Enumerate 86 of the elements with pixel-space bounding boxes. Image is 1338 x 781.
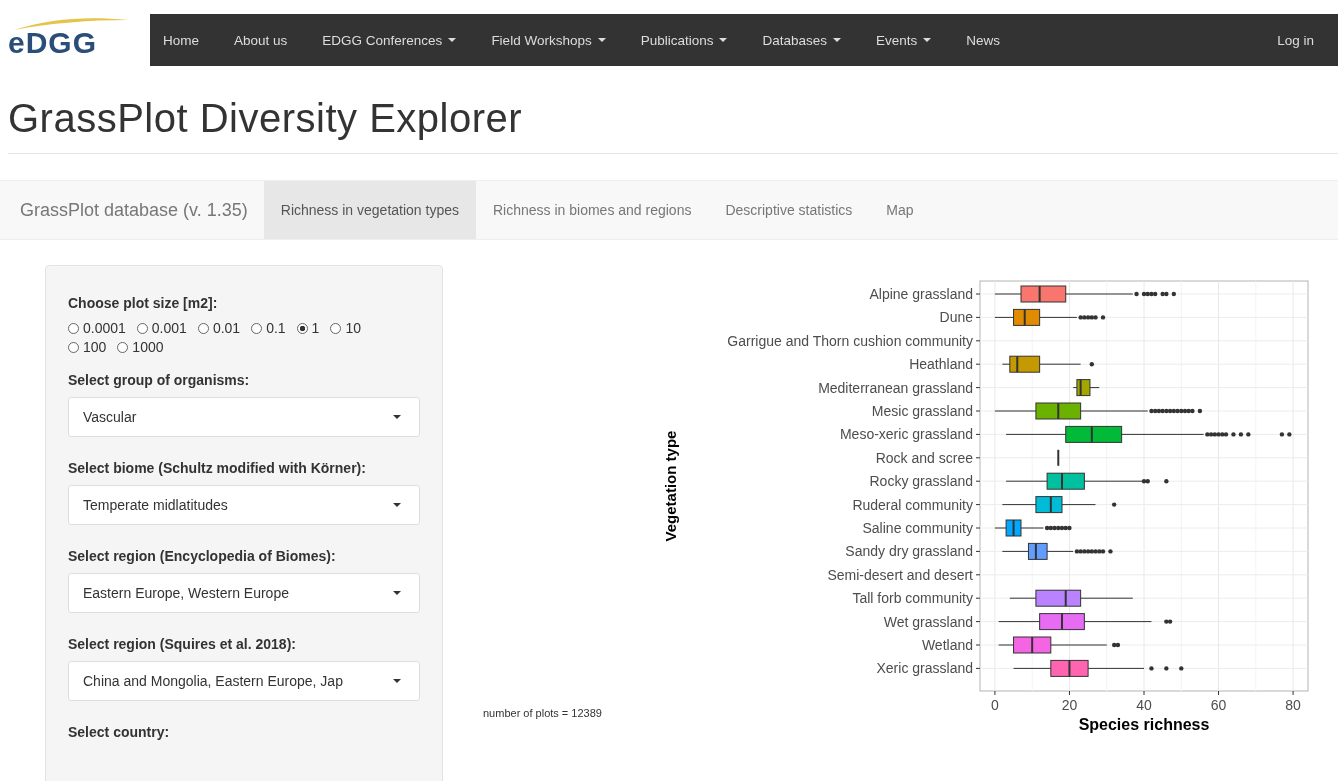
tick-label: 20 [1061, 697, 1078, 713]
outlier-point [1238, 432, 1244, 437]
dropdown-field[interactable]: Temperate midlatitudes [68, 485, 420, 525]
caret-icon [597, 38, 606, 42]
plot-count: number of plots = 12389 [483, 707, 602, 719]
nav-link[interactable]: Field Workshops [491, 32, 606, 48]
outlier-point [1089, 362, 1094, 367]
field-label: Choose plot size [m2]: [68, 294, 219, 313]
page-title: GrassPlot Diversity Explorer [8, 96, 1338, 154]
outlier-point [1100, 315, 1106, 320]
tick-label: 60 [1210, 697, 1227, 713]
nav-link[interactable]: Databases [762, 32, 841, 48]
axis-label: Semi-desert and desert [827, 566, 973, 583]
caret-icon [833, 38, 841, 42]
outlier-point [1134, 291, 1139, 297]
box-plot [1057, 448, 1060, 467]
radio-option[interactable]: 0.01 [197, 320, 241, 336]
caret-icon [448, 38, 457, 42]
tab[interactable]: Map [869, 181, 931, 239]
field-label: Select region (Encyclopedia of Biomes): [68, 547, 337, 566]
radio-option[interactable]: 100 [68, 339, 107, 355]
axis-label: Saline community [862, 520, 973, 536]
box-plot [1072, 378, 1100, 397]
radio-option[interactable]: 1000 [117, 339, 164, 355]
nav-link[interactable]: EDGG Conferences [322, 32, 457, 48]
caret-icon [393, 591, 401, 595]
caret-icon [923, 38, 932, 42]
radio-option[interactable]: 0.0001 [68, 320, 126, 336]
nav-link[interactable]: Events [876, 32, 932, 48]
axis-label: Alpine grassland [869, 286, 973, 302]
axis-label: Meso-xeric grassland [839, 426, 973, 443]
caret-icon [719, 38, 728, 42]
tick-label: 40 [1136, 697, 1152, 713]
outlier-point [1164, 666, 1169, 671]
axis-label: Tall forb community [852, 590, 973, 607]
radio-option[interactable]: 0.001 [136, 320, 187, 336]
outlier-point [1164, 479, 1169, 484]
caret-icon [393, 503, 401, 507]
axis-label: Sandy dry grassland [845, 543, 973, 560]
nav-link[interactable]: Publications [640, 32, 728, 48]
axis-label: Xeric grassland [876, 660, 973, 677]
field-label: Select region (Squires et al. 2018): [68, 635, 297, 654]
box-plot [994, 519, 1044, 537]
tab[interactable]: Richness in vegetation types [263, 181, 476, 239]
axis-label: Wet grassland [883, 613, 973, 630]
dropdown-field[interactable]: Eastern Europe, Western Europe [68, 573, 420, 613]
axis-label: Heathland [909, 356, 973, 373]
dropdown-field[interactable]: China and Mongolia, Eastern Europe, Jap [68, 661, 420, 701]
tick-label: 80 [1285, 697, 1301, 713]
axis-label: Ruderal community [852, 496, 973, 513]
axis-title: Vegetation type [662, 430, 679, 542]
field-label: Select country: [68, 723, 171, 742]
nav-link[interactable]: About us [234, 32, 288, 48]
outlier-point [1149, 666, 1154, 671]
tick-label: 0 [991, 697, 999, 713]
outlier-point [1231, 432, 1236, 437]
nav-link[interactable]: Home [163, 32, 199, 48]
login-link[interactable]: Log in [1277, 32, 1314, 48]
outlier-point [1171, 291, 1176, 297]
nav-link[interactable]: News [966, 32, 1001, 48]
outlier-point [1287, 432, 1292, 437]
axis-label: Dune [939, 309, 973, 326]
tab[interactable]: Richness in biomes and regions [476, 181, 709, 239]
caret-icon [393, 679, 401, 683]
outlier-point [1246, 432, 1251, 437]
axis-label: Mesic grassland [871, 403, 973, 419]
radio-option[interactable]: 0.1 [251, 320, 286, 336]
outlier-point [1197, 408, 1203, 414]
caret-icon [393, 415, 401, 419]
axis-label: Rock and scree [875, 449, 973, 466]
field-label: Select biome (Schultz modified with Körner): [68, 459, 367, 478]
radio-option[interactable]: 1 [296, 320, 320, 336]
tab[interactable]: Descriptive statistics [708, 181, 870, 239]
axis-label: Wetland [921, 637, 973, 653]
axis-label: Mediterranean grassland [818, 379, 973, 396]
radio-option[interactable]: 10 [330, 320, 361, 336]
field-label: Select group of organisms: [68, 371, 251, 390]
axis-title: Species richness [1078, 716, 1210, 733]
app-brand[interactable]: GrassPlot database (v. 1.35) [0, 181, 264, 239]
outlier-point [1112, 502, 1117, 507]
outlier-point [1108, 549, 1113, 554]
outlier-point [1179, 666, 1184, 671]
axis-label: Garrigue and Thorn cushion community [727, 332, 973, 349]
dropdown-field[interactable]: Vascular [68, 397, 420, 437]
outlier-point [1279, 432, 1285, 437]
axis-label: Rocky grassland [869, 473, 973, 490]
